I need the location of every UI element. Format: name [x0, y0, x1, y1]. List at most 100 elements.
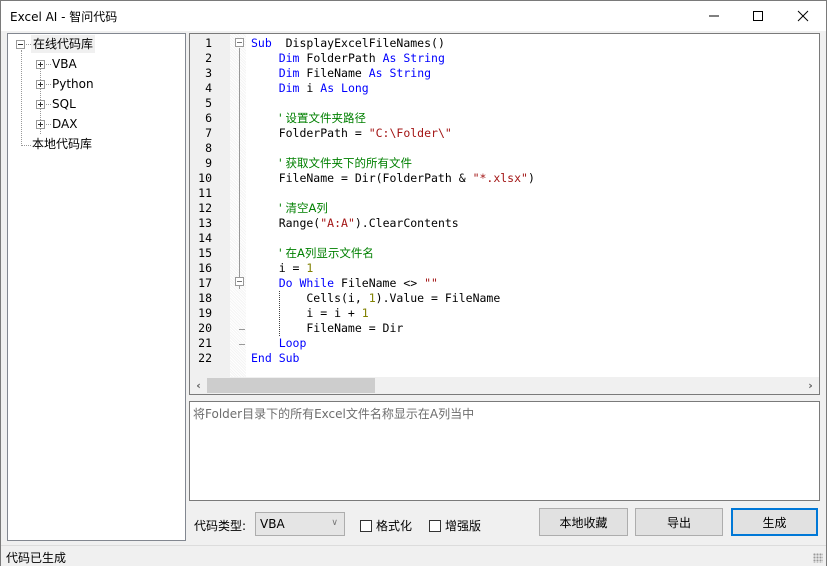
- code-text: Sub DisplayExcelFileNames(): [251, 36, 445, 51]
- scroll-right-icon[interactable]: ›: [802, 377, 819, 394]
- token: i: [299, 81, 321, 95]
- code-line[interactable]: 10 FileName = Dir(FolderPath & "*.xlsx"): [190, 171, 819, 186]
- line-number: 12: [198, 201, 212, 215]
- line-number: 10: [198, 171, 212, 185]
- resize-grip-icon[interactable]: [813, 553, 823, 563]
- code-line[interactable]: 3 Dim FileName As String: [190, 66, 819, 81]
- save-local-button[interactable]: 本地收藏: [539, 508, 628, 536]
- code-text: Loop: [251, 336, 307, 351]
- scrollbar-thumb[interactable]: [207, 378, 375, 393]
- code-line[interactable]: 12 ' 清空A列: [190, 201, 819, 216]
- token-kw: Dim: [278, 81, 300, 95]
- code-type-label: 代码类型:: [194, 519, 247, 533]
- token-kw: Loop: [278, 336, 307, 350]
- token: Range(: [251, 216, 321, 230]
- expand-icon[interactable]: [36, 80, 45, 89]
- token-kw: Dim: [278, 66, 300, 80]
- maximize-icon: [753, 11, 763, 21]
- code-type-select[interactable]: VBA ∨: [255, 512, 345, 536]
- token-num: 1: [306, 261, 314, 275]
- code-line[interactable]: 18 Cells(i, 1).Value = FileName: [190, 291, 819, 306]
- export-button[interactable]: 导出: [635, 508, 723, 536]
- enhanced-checkbox[interactable]: 增强版: [429, 517, 481, 534]
- code-text: i = 1: [251, 261, 314, 276]
- line-number: 7: [205, 126, 212, 140]
- line-number: 9: [205, 156, 212, 170]
- checkbox-box[interactable]: [360, 519, 372, 532]
- tree-node-label: 在线代码库: [31, 35, 96, 53]
- window-title: Excel AI - 智问代码: [10, 10, 118, 24]
- line-number: 2: [205, 51, 212, 65]
- code-line[interactable]: 22 End Sub: [190, 351, 819, 366]
- line-number: 8: [205, 141, 212, 155]
- code-line[interactable]: 9 ' 获取文件夹下的所有文件: [190, 156, 819, 171]
- minimize-button[interactable]: [691, 1, 737, 31]
- checkbox-box[interactable]: [429, 519, 441, 532]
- code-line[interactable]: 21 Loop: [190, 336, 819, 351]
- token-cmt: ' 获取文件夹下的所有文件: [278, 156, 413, 170]
- code-text: Dim i As Long: [251, 81, 369, 96]
- expand-icon[interactable]: [36, 120, 45, 129]
- code-line[interactable]: 17 Do While FileName <> "": [190, 276, 819, 291]
- code-editor[interactable]: 1 Sub DisplayExcelFileNames() 2 Dim Folder…: [189, 33, 820, 395]
- token-str: "*.xlsx": [472, 171, 528, 185]
- code-line[interactable]: 5: [190, 96, 819, 111]
- code-text: ' 在A列显示文件名: [251, 246, 374, 261]
- code-text: Do While FileName <> "": [251, 276, 438, 291]
- maximize-button[interactable]: [735, 1, 781, 31]
- close-icon: [797, 10, 809, 22]
- prompt-text: 将Folder目录下的所有Excel文件名称显示在A列当中: [193, 407, 475, 421]
- token: Cells(i,: [251, 291, 369, 305]
- code-line[interactable]: 2 Dim FolderPath As String: [190, 51, 819, 66]
- code-line[interactable]: 4 Dim i As Long: [190, 81, 819, 96]
- library-tree[interactable]: 在线代码库 VBA Python SQL DAX 本地代码库: [7, 33, 186, 541]
- code-line[interactable]: 15 ' 在A列显示文件名: [190, 246, 819, 261]
- line-number: 5: [205, 96, 212, 110]
- format-checkbox[interactable]: 格式化: [360, 517, 412, 534]
- code-line[interactable]: 11: [190, 186, 819, 201]
- token: DisplayExcelFileNames(): [271, 36, 445, 50]
- code-line[interactable]: 1 Sub DisplayExcelFileNames(): [190, 36, 819, 51]
- token-kw: As Long: [320, 81, 369, 95]
- format-label: 格式化: [376, 519, 413, 533]
- code-line[interactable]: 13 Range("A:A").ClearContents: [190, 216, 819, 231]
- token: ).ClearContents: [354, 216, 459, 230]
- status-text: 代码已生成: [6, 551, 67, 565]
- horizontal-scrollbar[interactable]: ‹ ›: [190, 377, 819, 394]
- generate-button[interactable]: 生成: [731, 508, 818, 536]
- line-number: 20: [198, 321, 212, 335]
- token-kw: Do While: [278, 276, 335, 290]
- line-number: 6: [205, 111, 212, 125]
- expand-icon[interactable]: [36, 100, 45, 109]
- minimize-icon: [709, 15, 719, 17]
- code-line[interactable]: 7 FolderPath = "C:\Folder\": [190, 126, 819, 141]
- tree-node-local-library[interactable]: 本地代码库: [30, 135, 94, 153]
- line-number: 22: [198, 351, 212, 365]
- prompt-input[interactable]: 将Folder目录下的所有Excel文件名称显示在A列当中: [189, 401, 820, 501]
- token-num: 1: [361, 306, 369, 320]
- tree-node-label: SQL: [52, 97, 76, 111]
- token: FileName = Dir: [251, 321, 404, 335]
- token: FolderPath: [299, 51, 383, 65]
- code-line[interactable]: 20 FileName = Dir: [190, 321, 819, 336]
- token: FileName: [299, 66, 369, 80]
- code-type-value: VBA: [260, 517, 285, 531]
- code-line[interactable]: 19 i = i + 1: [190, 306, 819, 321]
- collapse-icon[interactable]: [16, 40, 25, 49]
- close-button[interactable]: [780, 1, 826, 31]
- code-line[interactable]: 16 i = 1: [190, 261, 819, 276]
- code-line[interactable]: 8: [190, 141, 819, 156]
- code-line[interactable]: 6 ' 设置文件夹路径: [190, 111, 819, 126]
- line-number: 11: [198, 186, 212, 200]
- enhanced-label: 增强版: [445, 519, 482, 533]
- token-cmt: ' 清空A列: [278, 201, 328, 215]
- code-line[interactable]: 14: [190, 231, 819, 246]
- scroll-left-icon[interactable]: ‹: [190, 377, 207, 394]
- line-number: 15: [198, 246, 212, 260]
- expand-icon[interactable]: [36, 60, 45, 69]
